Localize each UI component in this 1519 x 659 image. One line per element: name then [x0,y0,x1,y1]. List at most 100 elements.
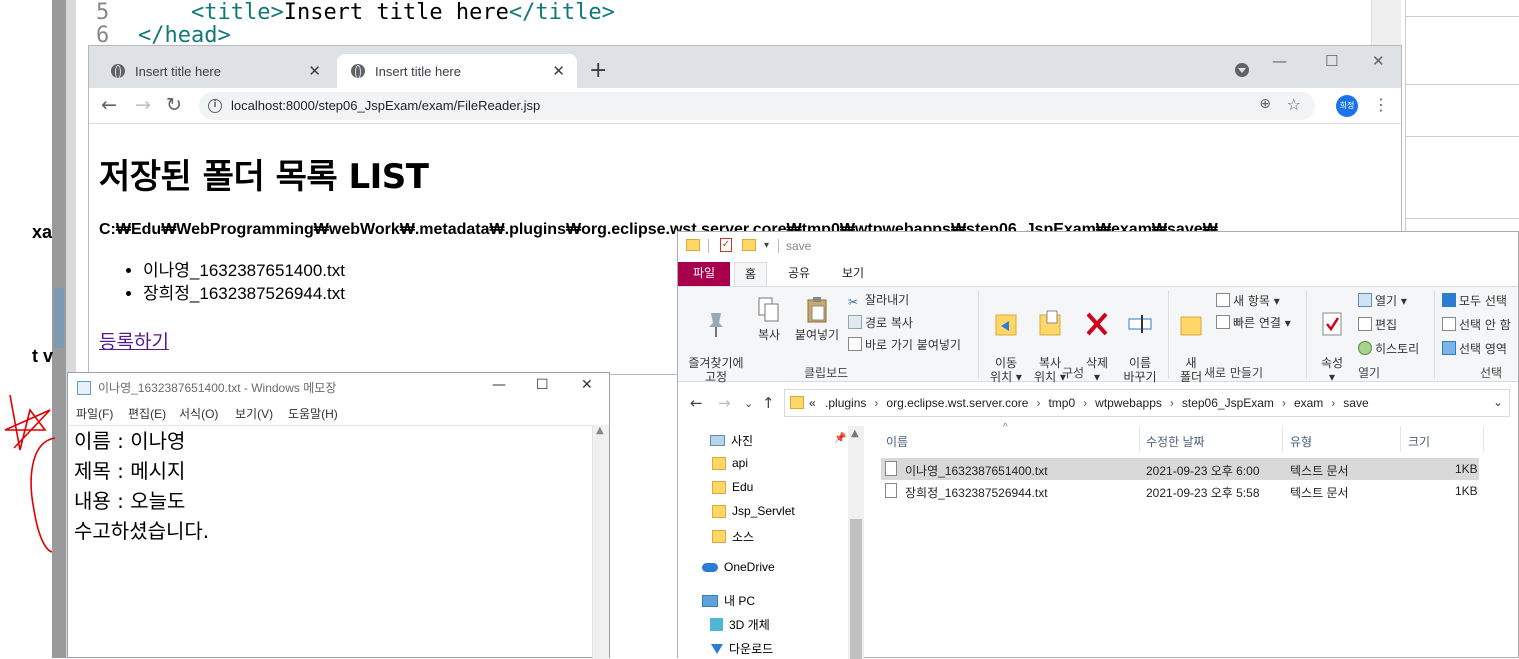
open-button[interactable]: 열기 ▾ [1358,293,1407,308]
site-info-icon[interactable]: i [208,99,222,113]
back-icon[interactable]: ← [101,94,117,116]
breadcrumb-item[interactable]: org.eclipse.wst.server.core [886,396,1028,410]
maximize-button[interactable]: ☐ [1325,52,1338,70]
close-window-button[interactable]: ✕ [1372,52,1385,70]
paste-button[interactable]: 붙여넣기 [790,295,844,342]
scroll-thumb[interactable] [850,519,862,659]
move-to-button[interactable]: 이동 위치 ▾ [986,295,1026,384]
breadcrumb-item[interactable]: .plugins [825,396,866,410]
column-header-modified[interactable]: 수정한 날짜 [1146,433,1205,450]
nav-item-jsp-servlet[interactable]: Jsp_Servlet [712,504,795,518]
breadcrumb-item[interactable]: save [1343,396,1368,410]
nav-item-this-pc[interactable]: 내 PC [702,592,755,609]
file-explorer-window: ✓ ▾ save 파일 홈 공유 보기 즐겨찾기에 고정 복사 붙여넣기 ✂ 잘라… [677,231,1519,659]
folder-icon [712,504,726,518]
address-dropdown-icon[interactable]: ⌄ [1493,395,1503,409]
breadcrumb-overflow[interactable]: « [809,396,816,410]
paste-shortcut-icon [848,337,862,351]
close-window-button[interactable]: ✕ [581,377,593,393]
notepad-text-area[interactable]: 이름 : 이나영 제목 : 메시지 내용 : 오늘도 수고하셨습니다. [68,425,594,659]
invert-selection-button[interactable]: 선택 영역 [1442,341,1507,356]
menu-edit[interactable]: 편집(E) [128,405,166,422]
back-icon[interactable]: ← [690,394,703,412]
address-bar[interactable]: i localhost:8000/step06_JspExam/exam/Fil… [199,92,1315,120]
menu-kebab-icon[interactable]: ⋮ [1373,95,1389,114]
minimize-button[interactable]: — [1272,52,1287,70]
code-editor[interactable]: 5 <title>Insert title here</title> 6 </he… [76,0,1371,48]
copy-button[interactable]: 복사 [752,295,786,342]
breadcrumb-item[interactable]: wtpwebapps [1095,396,1162,410]
reload-icon[interactable]: ↻ [166,94,182,116]
breadcrumb-item[interactable]: exam [1294,396,1323,410]
breadcrumb-item[interactable]: tmp0 [1048,396,1075,410]
select-all-button[interactable]: 모두 선택 [1442,293,1507,308]
forward-icon[interactable]: → [135,94,151,116]
pin-label: 즐겨찾기에 고정 [688,356,744,384]
properties-quick-icon[interactable]: ✓ [720,238,732,252]
pin-quick-access-button[interactable]: 즐겨찾기에 고정 [684,295,748,384]
ribbon-tab-view[interactable]: 보기 [832,262,874,286]
scroll-up-icon[interactable]: ▲ [851,428,859,439]
profile-avatar[interactable]: 희정 [1336,95,1358,117]
new-item-button[interactable]: 새 항목 ▾ [1216,293,1280,308]
select-none-button[interactable]: 선택 안 함 [1442,317,1511,332]
maximize-button[interactable]: ☐ [536,377,549,393]
menu-help[interactable]: 도움말(H) [288,405,338,422]
pictures-icon [710,435,725,446]
notepad-scrollbar[interactable]: ▲ [592,425,609,659]
nav-item-downloads[interactable]: 다운로드 [710,640,773,657]
ribbon-tab-share[interactable]: 공유 [778,262,820,286]
cut-button[interactable]: ✂ 잘라내기 [848,293,909,309]
history-button[interactable]: 히스토리 [1358,341,1419,356]
explorer-titlebar: ✓ ▾ save [678,232,1518,262]
nav-item-pictures[interactable]: 사진 [710,432,753,449]
close-tab-icon[interactable]: ✕ [552,62,565,80]
up-icon[interactable]: ↑ [762,394,775,412]
folder-icon [712,480,726,494]
menu-view[interactable]: 보기(V) [235,405,273,422]
file-row[interactable]: 이나영_1632387651400.txt 2021-09-23 오후 6:00… [881,458,1479,480]
file-row[interactable]: 장희정_1632387526944.txt 2021-09-23 오후 5:58… [881,480,1479,502]
nav-item-api[interactable]: api [712,456,748,470]
column-header-type[interactable]: 유형 [1290,433,1312,450]
copy-path-button[interactable]: 경로 복사 [848,315,913,330]
editor-scrollbar[interactable] [1371,0,1401,48]
nav-item-source[interactable]: 소스 [712,528,754,545]
new-folder-quick-icon[interactable] [742,239,756,251]
nav-item-3d-objects[interactable]: 3D 개체 [710,616,770,633]
editor-scroll-thumb[interactable] [54,288,64,348]
browser-tab-active[interactable]: Insert title here ✕ [337,54,577,88]
browser-tab[interactable]: Insert title here ✕ [97,54,333,88]
quick-access-dropdown-icon[interactable]: ▾ [764,240,769,251]
url-text[interactable]: localhost:8000/step06_JspExam/exam/FileR… [231,98,540,113]
ribbon-tab-home[interactable]: 홈 [734,262,768,286]
pc-icon [702,594,718,607]
properties-button[interactable]: 속성 ▾ [1312,295,1352,384]
move-to-label: 이동 위치 ▾ [990,356,1022,384]
forward-icon[interactable]: → [718,394,731,412]
minimize-button[interactable]: — [492,377,506,393]
menu-format[interactable]: 서식(O) [179,405,218,422]
ribbon-tab-file[interactable]: 파일 [678,262,731,286]
nav-pane-scrollbar[interactable]: ▲ [848,426,864,659]
bookmark-star-icon[interactable]: ☆ [1287,95,1301,114]
easy-access-button[interactable]: 빠른 연결 ▾ [1216,315,1291,330]
edit-button[interactable]: 편집 [1358,317,1397,332]
new-folder-button[interactable]: 새 폴더 [1174,295,1208,384]
recent-dropdown-icon[interactable]: ⌄ [744,397,753,410]
breadcrumb-item[interactable]: step06_JspExam [1182,396,1274,410]
rename-button[interactable]: 이름 바꾸기 [1118,295,1162,384]
zoom-icon[interactable]: ⊕ [1259,96,1271,112]
tab-search-icon[interactable] [1235,63,1249,77]
menu-file[interactable]: 파일(F) [76,405,113,422]
close-tab-icon[interactable]: ✕ [308,62,321,80]
column-header-size[interactable]: 크기 [1408,433,1430,450]
new-tab-button[interactable]: + [589,58,607,83]
nav-item-edu[interactable]: Edu [712,480,753,494]
paste-shortcut-button[interactable]: 바로 가기 붙여넣기 [848,337,961,352]
scroll-up-icon[interactable]: ▲ [596,425,604,436]
column-header-name[interactable]: 이름 [886,433,908,450]
register-link[interactable]: 등록하기 [99,327,169,354]
nav-item-onedrive[interactable]: OneDrive [702,560,775,574]
address-breadcrumb-bar[interactable]: « .plugins › org.eclipse.wst.server.core › t… [784,389,1510,417]
